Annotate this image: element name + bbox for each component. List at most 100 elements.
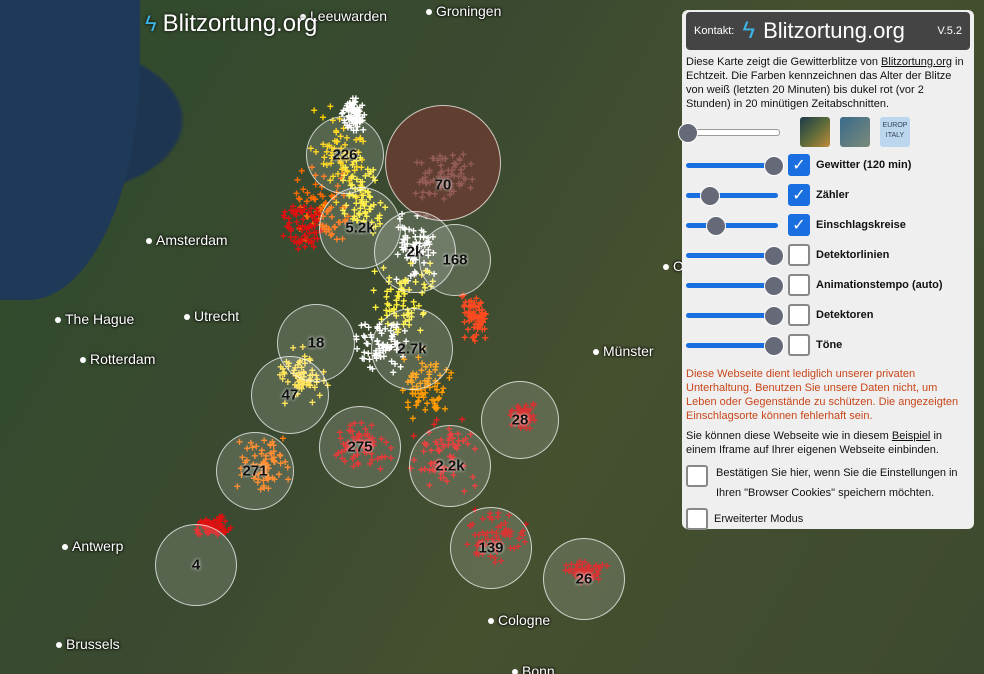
- lightning-strike-mark: +: [327, 100, 334, 114]
- city-label: The Hague: [55, 311, 134, 327]
- version-label: V.5.2: [937, 25, 962, 37]
- strike-count-label: 168: [442, 251, 468, 269]
- lightning-strike-mark: +: [482, 331, 489, 345]
- option-label: Gewitter (120 min): [816, 159, 912, 171]
- option-row: ✓ Gewitter (120 min): [682, 150, 974, 180]
- option-checkbox[interactable]: ✓: [788, 184, 810, 206]
- option-row: Detektorlinien: [682, 240, 974, 270]
- lightning-strike-mark: +: [385, 299, 392, 313]
- strike-cluster-circle: [385, 105, 501, 221]
- city-label: Brussels: [56, 636, 120, 652]
- option-row: Töne: [682, 330, 974, 360]
- settings-panel: Kontakt: ϟ Blitzortung.org V.5.2 Diese K…: [678, 10, 974, 532]
- cookie-label: Bestätigen Sie hier, wenn Sie die Einste…: [716, 467, 958, 499]
- city-label: Antwerp: [62, 538, 123, 554]
- lightning-strike-mark: +: [396, 290, 403, 304]
- slider-knob[interactable]: [706, 215, 727, 236]
- lightning-strike-mark: +: [280, 229, 287, 243]
- strike-count-label: 2.2k: [435, 457, 465, 475]
- strike-count-label: 5.2k: [345, 219, 375, 237]
- option-slider[interactable]: [686, 275, 785, 296]
- map-style-row: EUROP ITALY: [678, 114, 974, 150]
- lightning-strike-mark: +: [466, 299, 473, 313]
- strike-count-label: 4: [191, 556, 201, 574]
- lightning-strike-mark: +: [361, 346, 368, 360]
- panel-title: Blitzortung.org: [763, 18, 905, 43]
- strike-count-label: 70: [434, 176, 452, 194]
- city-label: Rotterdam: [80, 351, 155, 367]
- lightning-strike-mark: +: [301, 229, 308, 243]
- lightning-strike-mark: +: [225, 523, 232, 537]
- lightning-strike-mark: +: [300, 183, 307, 197]
- slider-knob[interactable]: [700, 185, 720, 206]
- lightning-strike-mark: +: [293, 208, 300, 222]
- city-label: O: [663, 258, 684, 274]
- lightning-logo-icon: ϟ: [145, 11, 157, 36]
- city-label: Münster: [593, 343, 654, 359]
- cookie-checkbox[interactable]: [686, 465, 708, 487]
- slider-knob[interactable]: [764, 275, 785, 296]
- intro-text: Diese Karte zeigt die Gewitterblitze von…: [686, 56, 964, 110]
- option-slider[interactable]: [686, 215, 778, 236]
- slider-knob[interactable]: [764, 305, 785, 326]
- slider-knob[interactable]: [764, 245, 785, 266]
- option-label: Detektoren: [816, 309, 874, 321]
- lightning-strike-mark: +: [311, 231, 318, 245]
- contact-link[interactable]: Kontakt:: [694, 25, 734, 37]
- option-label: Detektorlinien: [816, 249, 890, 261]
- option-label: Zähler: [816, 189, 850, 201]
- slider-knob[interactable]: [678, 122, 698, 143]
- lightning-logo-icon: ϟ: [742, 17, 756, 44]
- option-label: Animationstempo (auto): [816, 279, 943, 291]
- option-checkbox[interactable]: ✓: [788, 214, 810, 236]
- extended-mode-label: Erweiterter Modus: [714, 513, 804, 525]
- slider-knob[interactable]: [764, 335, 785, 356]
- option-slider[interactable]: [686, 185, 778, 206]
- city-label: Utrecht: [184, 308, 239, 324]
- strike-count-label: 47: [281, 386, 299, 404]
- map-logo: ϟ Blitzortung.org: [145, 10, 317, 38]
- extended-mode-option: Erweiterter Modus: [682, 506, 974, 532]
- option-row: ✓ Einschlagskreise: [682, 210, 974, 240]
- cookie-option: Bestätigen Sie hier, wenn Sie die Einste…: [682, 460, 974, 506]
- lightning-strike-mark: +: [287, 224, 294, 238]
- strike-count-label: 2.7k: [397, 340, 427, 358]
- option-slider[interactable]: [686, 155, 785, 176]
- lightning-strike-mark: +: [281, 211, 288, 225]
- extended-mode-checkbox[interactable]: [686, 508, 708, 530]
- city-label: Bonn: [512, 663, 555, 674]
- option-slider[interactable]: [686, 335, 785, 356]
- lightning-strike-mark: +: [384, 285, 391, 299]
- city-label: Groningen: [426, 3, 501, 19]
- option-checkbox[interactable]: ✓: [788, 154, 810, 176]
- lightning-strike-mark: +: [311, 104, 318, 118]
- lightning-strike-mark: +: [434, 393, 441, 407]
- strike-count-label: 271: [242, 462, 268, 480]
- lightning-strike-mark: +: [422, 403, 429, 417]
- blitzortung-link[interactable]: Blitzortung.org: [881, 56, 952, 68]
- opacity-slider[interactable]: [678, 122, 780, 143]
- slider-knob[interactable]: [764, 155, 785, 176]
- option-row: Detektoren: [682, 300, 974, 330]
- option-slider[interactable]: [686, 245, 785, 266]
- map-style-satellite[interactable]: [800, 117, 830, 147]
- lightning-strike-mark: +: [433, 413, 440, 427]
- strike-count-label: 18: [307, 334, 325, 352]
- strike-count-label: 226: [332, 146, 358, 164]
- option-checkbox[interactable]: [788, 274, 810, 296]
- strike-count-label: 139: [478, 539, 504, 557]
- option-slider[interactable]: [686, 305, 785, 326]
- lightning-strike-mark: +: [365, 321, 372, 335]
- map-style-terrain[interactable]: [840, 117, 870, 147]
- example-link[interactable]: Beispiel: [892, 430, 931, 442]
- option-row: ✓ Zähler: [682, 180, 974, 210]
- lightning-strike-mark: +: [298, 164, 305, 178]
- lightning-strike-mark: +: [370, 284, 377, 298]
- map-style-political[interactable]: EUROP ITALY: [880, 117, 910, 147]
- panel-header: Kontakt: ϟ Blitzortung.org V.5.2: [686, 12, 970, 50]
- strike-count-label: 26: [575, 570, 593, 588]
- option-checkbox[interactable]: [788, 334, 810, 356]
- lightning-strike-mark: +: [474, 315, 481, 329]
- option-checkbox[interactable]: [788, 244, 810, 266]
- option-checkbox[interactable]: [788, 304, 810, 326]
